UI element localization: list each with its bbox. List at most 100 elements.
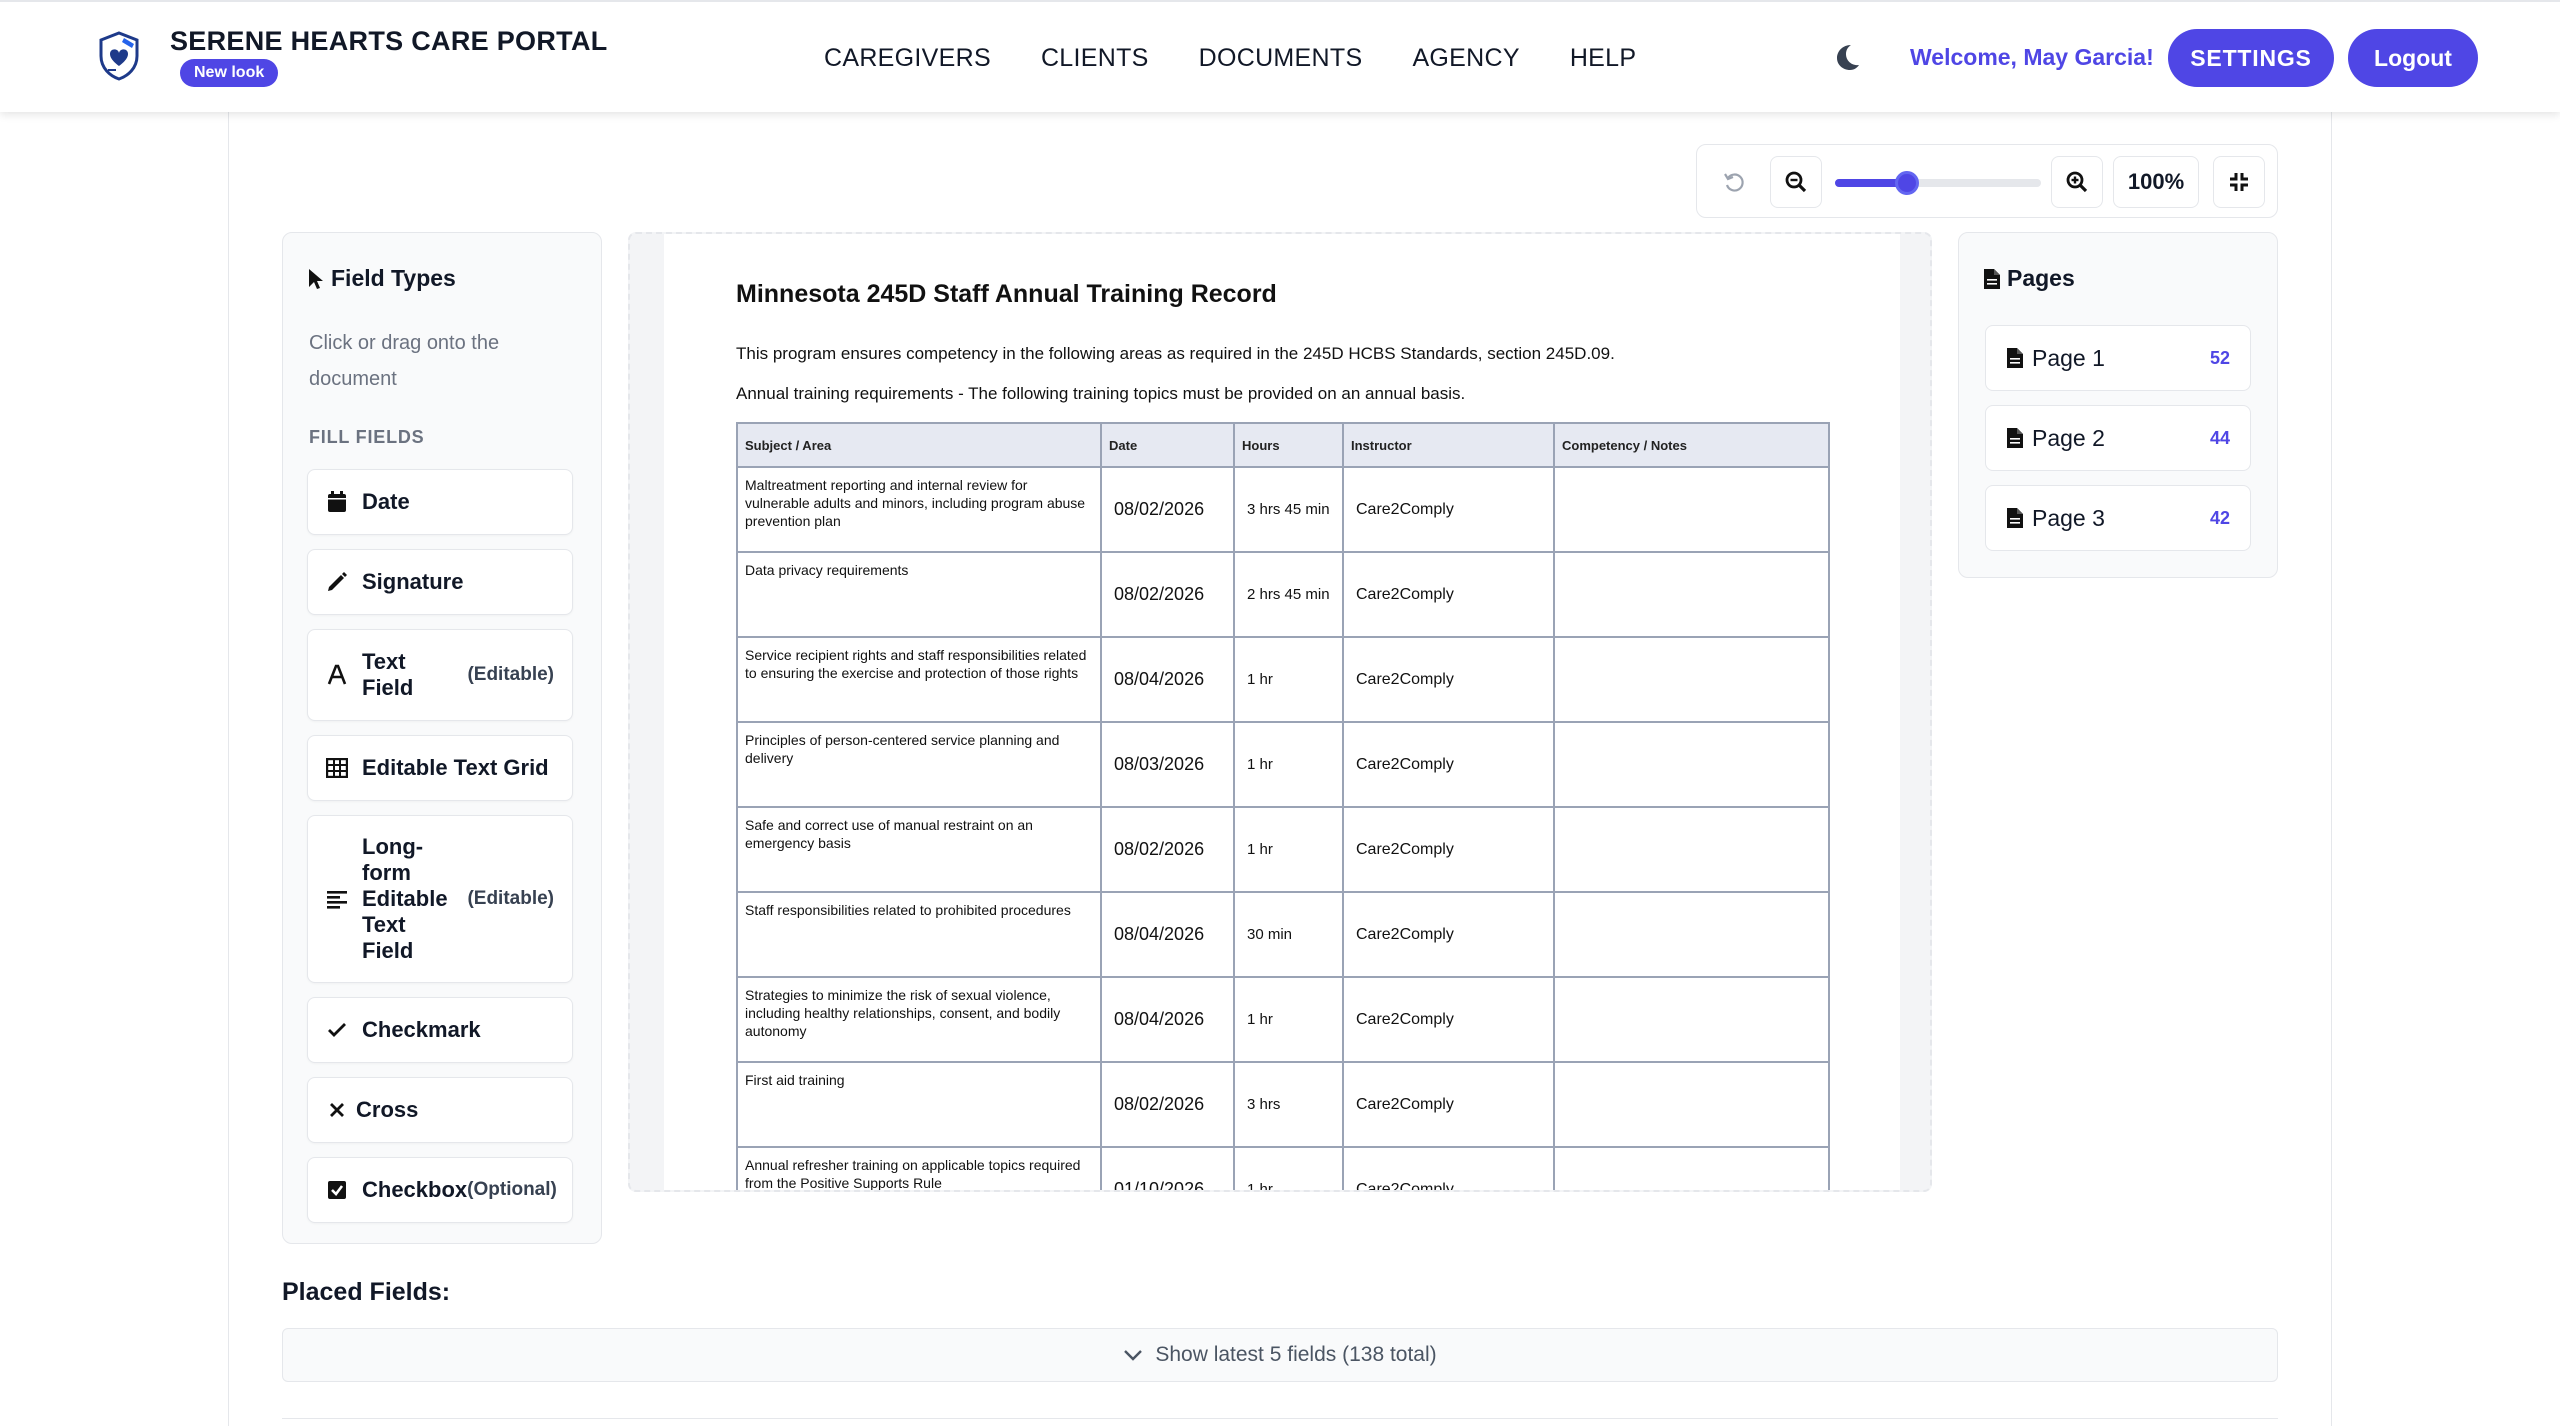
- row-hours: 1 hr: [1233, 1146, 1344, 1190]
- page-item-label: Page 2: [2032, 424, 2105, 451]
- row-notes: [1553, 1061, 1830, 1148]
- new-look-badge[interactable]: New look: [180, 59, 279, 87]
- field-long-text-label: Long-form Editable Text Field: [362, 834, 448, 963]
- row-subject: Annual refresher training on applicable …: [736, 1146, 1102, 1190]
- calendar-icon: [326, 491, 348, 513]
- file-icon: [1984, 268, 2000, 289]
- zoom-slider-thumb[interactable]: [1895, 171, 1920, 195]
- field-checkbox-label: Checkbox: [362, 1177, 468, 1202]
- nav-documents[interactable]: DOCUMENTS: [1199, 44, 1363, 73]
- table-row: Strategies to minimize the risk of sexua…: [736, 976, 1830, 1063]
- table-row: Service recipient rights and staff respo…: [736, 636, 1830, 723]
- table-row: Maltreatment reporting and internal revi…: [736, 466, 1830, 553]
- row-notes: [1553, 721, 1830, 808]
- page-field-count: 52: [2209, 347, 2230, 368]
- row-subject: Maltreatment reporting and internal revi…: [736, 466, 1102, 553]
- table-row: Principles of person-centered service pl…: [736, 721, 1830, 808]
- row-notes: [1553, 466, 1830, 553]
- pages-title: Pages: [2007, 265, 2075, 291]
- field-checkmark-label: Checkmark: [362, 1017, 481, 1042]
- column-header: Subject / Area: [736, 422, 1102, 468]
- show-latest-fields-label: Show latest 5 fields (138 total): [1155, 1343, 1437, 1366]
- zoom-in-icon: [2066, 171, 2088, 193]
- row-date: 01/10/2026: [1100, 1146, 1235, 1190]
- row-hours: 3 hrs: [1233, 1061, 1344, 1148]
- field-text-button[interactable]: Text Field (Editable): [307, 629, 573, 721]
- settings-button[interactable]: SETTINGS: [2168, 29, 2334, 87]
- top-header: SERENE HEARTS CARE PORTAL New look CAREG…: [0, 0, 2560, 112]
- row-hours: 1 hr: [1233, 806, 1344, 893]
- row-instructor: Care2Comply: [1342, 976, 1555, 1063]
- moon-icon[interactable]: [1832, 42, 1862, 72]
- logout-button[interactable]: Logout: [2348, 29, 2478, 87]
- font-icon: [326, 664, 348, 686]
- field-long-text-button[interactable]: Long-form Editable Text Field (Editable): [307, 815, 573, 983]
- nav-help[interactable]: HELP: [1570, 44, 1637, 73]
- field-signature-label: Signature: [362, 569, 464, 594]
- row-notes: [1553, 891, 1830, 978]
- nav-clients[interactable]: CLIENTS: [1041, 44, 1149, 73]
- field-types-panel: Field Types Click or drag onto the docum…: [282, 232, 602, 1244]
- page-item-2[interactable]: Page 2 44: [1985, 405, 2251, 471]
- row-date: 08/02/2026: [1100, 806, 1235, 893]
- fit-screen-button[interactable]: [2213, 156, 2265, 208]
- row-notes: [1553, 1146, 1830, 1190]
- document-paragraph-2: Annual training requirements - The follo…: [736, 384, 1466, 403]
- checkbox-icon: [326, 1179, 348, 1201]
- file-icon: [2007, 348, 2023, 368]
- show-latest-fields-toggle[interactable]: Show latest 5 fields (138 total): [282, 1328, 2278, 1382]
- chevron-down-icon: [1124, 1350, 1143, 1361]
- column-header: Competency / Notes: [1553, 422, 1830, 468]
- document-page[interactable]: Minnesota 245D Staff Annual Training Rec…: [664, 234, 1900, 1190]
- field-checkbox-button[interactable]: Checkbox (Optional): [307, 1157, 573, 1223]
- row-date: 08/04/2026: [1100, 636, 1235, 723]
- zoom-slider[interactable]: [1835, 171, 2041, 195]
- row-date: 08/02/2026: [1100, 466, 1235, 553]
- compress-icon: [2230, 173, 2248, 191]
- field-checkmark-button[interactable]: Checkmark: [307, 997, 573, 1063]
- field-cross-label: Cross: [356, 1097, 419, 1122]
- nav-caregivers[interactable]: CAREGIVERS: [824, 44, 991, 73]
- zoom-out-icon: [1785, 171, 1807, 193]
- row-instructor: Care2Comply: [1342, 551, 1555, 638]
- field-types-heading: Field Types: [307, 265, 456, 292]
- field-text-grid-button[interactable]: Editable Text Grid: [307, 735, 573, 801]
- reset-zoom-button[interactable]: [1708, 156, 1760, 208]
- field-signature-button[interactable]: Signature: [307, 549, 573, 615]
- row-notes: [1553, 806, 1830, 893]
- field-text-grid-label: Editable Text Grid: [362, 755, 549, 780]
- field-date-label: Date: [362, 489, 410, 514]
- field-cross-button[interactable]: Cross: [307, 1077, 573, 1143]
- row-subject: Strategies to minimize the risk of sexua…: [736, 976, 1102, 1063]
- shield-logo-icon[interactable]: [96, 30, 142, 82]
- row-instructor: Care2Comply: [1342, 721, 1555, 808]
- row-notes: [1553, 551, 1830, 638]
- row-hours: 30 min: [1233, 891, 1344, 978]
- table-row: Annual refresher training on applicable …: [736, 1146, 1830, 1190]
- row-hours: 1 hr: [1233, 636, 1344, 723]
- row-instructor: Care2Comply: [1342, 636, 1555, 723]
- document-title: Minnesota 245D Staff Annual Training Rec…: [736, 280, 1277, 308]
- field-text-tag: (Editable): [467, 664, 554, 685]
- document-viewer[interactable]: Minnesota 245D Staff Annual Training Rec…: [628, 232, 1932, 1192]
- page-item-1[interactable]: Page 1 52: [1985, 325, 2251, 391]
- zoom-out-button[interactable]: [1770, 156, 1822, 208]
- row-date: 08/04/2026: [1100, 891, 1235, 978]
- nav-agency[interactable]: AGENCY: [1412, 44, 1519, 73]
- column-header: Instructor: [1342, 422, 1555, 468]
- row-date: 08/03/2026: [1100, 721, 1235, 808]
- row-subject: Safe and correct use of manual restraint…: [736, 806, 1102, 893]
- table-row: First aid training 08/02/2026 3 hrs Care…: [736, 1061, 1830, 1148]
- zoom-in-button[interactable]: [2051, 156, 2103, 208]
- brand-title[interactable]: SERENE HEARTS CARE PORTAL: [170, 26, 608, 57]
- field-date-button[interactable]: Date: [307, 469, 573, 535]
- page-item-3[interactable]: Page 3 42: [1985, 485, 2251, 551]
- field-checkbox-tag: (Optional): [467, 1179, 557, 1200]
- table-row: Safe and correct use of manual restraint…: [736, 806, 1830, 893]
- page-field-count: 44: [2209, 427, 2230, 448]
- table-row: Data privacy requirements 08/02/2026 2 h…: [736, 551, 1830, 638]
- welcome-text: Welcome, May Garcia!: [1910, 44, 2154, 70]
- row-hours: 1 hr: [1233, 976, 1344, 1063]
- main-nav: CAREGIVERS CLIENTS DOCUMENTS AGENCY HELP: [824, 44, 1636, 73]
- training-table: Subject / Area Date Hours Instructor Com…: [736, 422, 1830, 1190]
